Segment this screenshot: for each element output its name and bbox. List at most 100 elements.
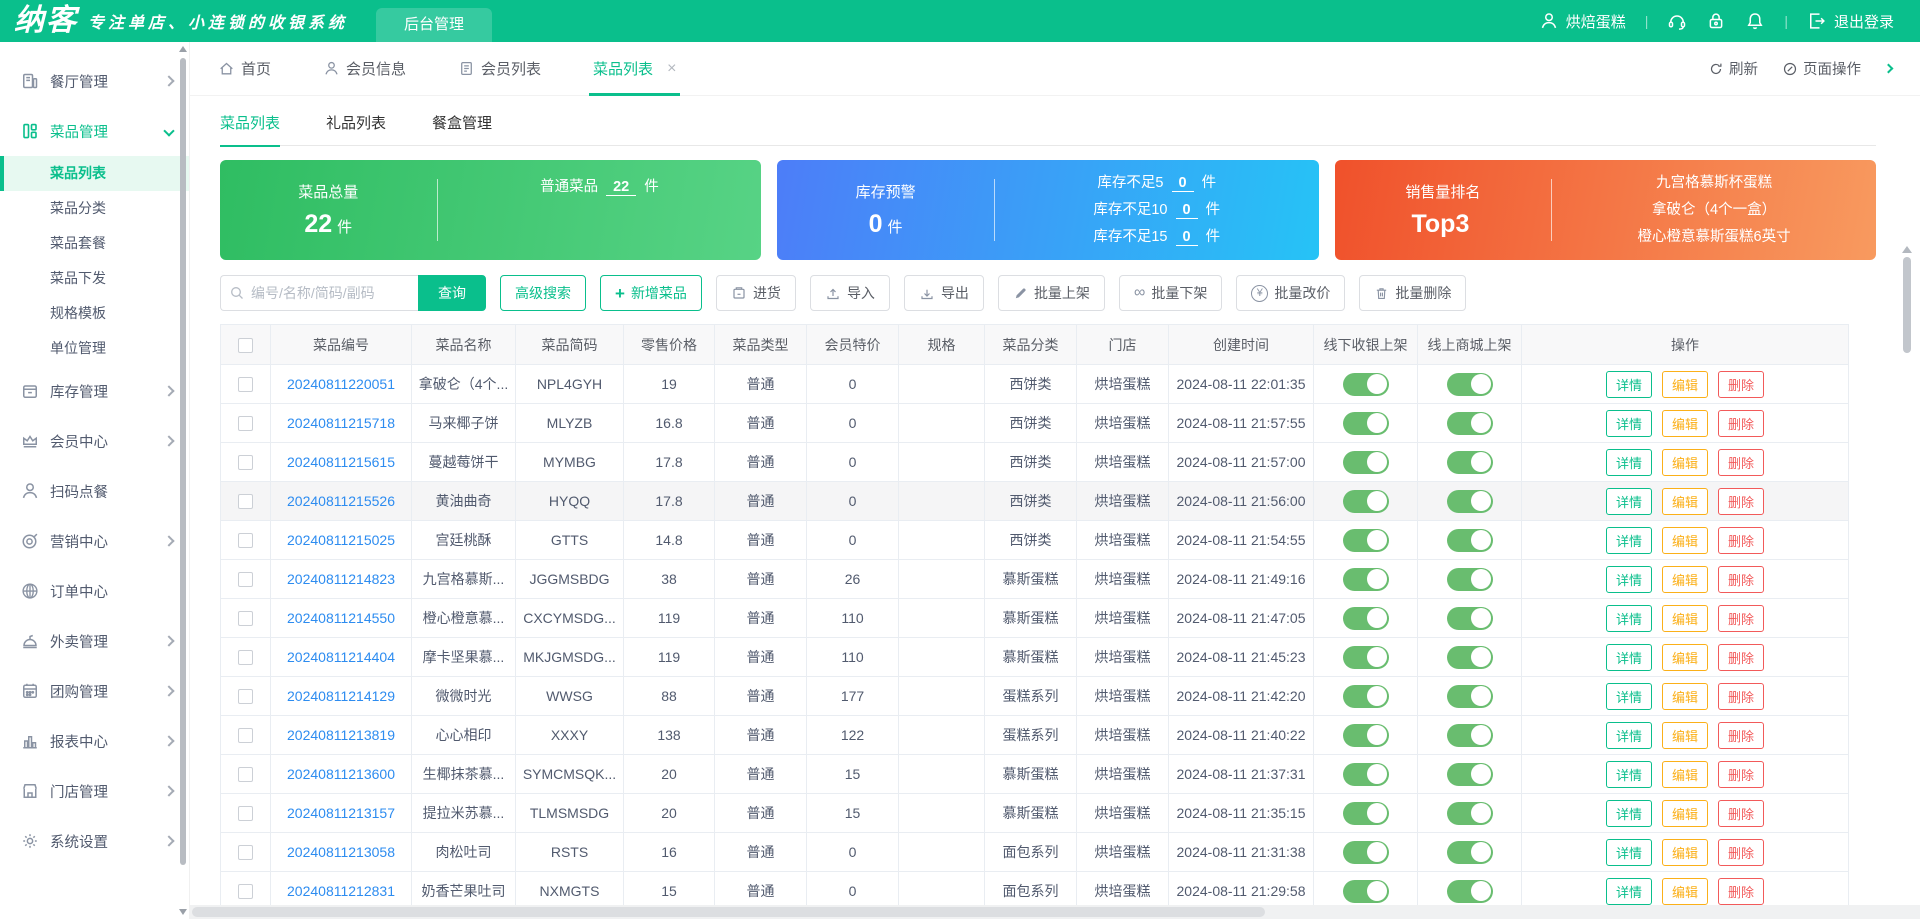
dish-code-link[interactable]: 20240811213819	[287, 727, 395, 743]
sidebar-item-order[interactable]: 订单中心	[0, 566, 189, 616]
row-checkbox[interactable]	[238, 767, 253, 783]
pos-onshelf-toggle[interactable]	[1342, 684, 1389, 708]
search-input[interactable]	[251, 285, 401, 301]
search-box[interactable]	[220, 275, 418, 311]
sidebar-scrollbar-thumb[interactable]	[180, 58, 186, 865]
notifications-button[interactable]	[1745, 11, 1765, 31]
batch-price-button[interactable]: ¥ 批量改价	[1236, 275, 1346, 311]
sidebar-item-report[interactable]: 报表中心	[0, 716, 189, 766]
row-checkbox[interactable]	[238, 884, 253, 900]
advanced-search-button[interactable]: 高级搜索	[500, 275, 586, 311]
pos-onshelf-toggle[interactable]	[1342, 723, 1389, 747]
delete-button[interactable]: 删除	[1718, 760, 1765, 788]
chevron-right-icon[interactable]	[1883, 63, 1894, 74]
delete-button[interactable]: 删除	[1718, 448, 1765, 476]
row-checkbox[interactable]	[238, 728, 253, 744]
mall-onshelf-toggle[interactable]	[1446, 762, 1493, 786]
dish-code-link[interactable]: 20240811215526	[287, 493, 395, 509]
detail-button[interactable]: 详情	[1605, 721, 1652, 749]
edit-button[interactable]: 编辑	[1661, 799, 1708, 827]
scroll-up-icon[interactable]	[179, 46, 187, 52]
row-checkbox[interactable]	[238, 533, 253, 549]
delete-button[interactable]: 删除	[1718, 838, 1765, 866]
dish-code-link[interactable]: 20240811214404	[287, 649, 395, 665]
edit-button[interactable]: 编辑	[1661, 838, 1708, 866]
dish-code-link[interactable]: 20240811214823	[287, 571, 395, 587]
delete-button[interactable]: 删除	[1718, 877, 1765, 905]
sidebar-subitem-dish-dispatch[interactable]: 菜品下发	[0, 261, 189, 296]
add-dish-button[interactable]: + 新增菜品	[600, 275, 702, 311]
edit-button[interactable]: 编辑	[1661, 604, 1708, 632]
refresh-button[interactable]: 刷新	[1708, 58, 1758, 79]
row-checkbox[interactable]	[238, 650, 253, 666]
scroll-down-icon[interactable]	[179, 909, 187, 915]
sidebar-item-member[interactable]: 会员中心	[0, 416, 189, 466]
dish-code-link[interactable]: 20240811215025	[287, 532, 395, 548]
detail-button[interactable]: 详情	[1605, 760, 1652, 788]
pos-onshelf-toggle[interactable]	[1342, 840, 1389, 864]
batch-on-shelf-button[interactable]: 批量上架	[997, 275, 1105, 311]
sidebar-item-dish[interactable]: 菜品管理	[0, 106, 189, 156]
import-button[interactable]: 导入	[809, 275, 890, 311]
pos-onshelf-toggle[interactable]	[1342, 411, 1389, 435]
detail-button[interactable]: 详情	[1605, 565, 1652, 593]
sidebar-subitem-dish-combo[interactable]: 菜品套餐	[0, 226, 189, 261]
row-checkbox[interactable]	[238, 455, 253, 471]
sidebar-subitem-unit-manage[interactable]: 单位管理	[0, 331, 189, 366]
edit-button[interactable]: 编辑	[1661, 409, 1708, 437]
sidebar-item-groupbuy[interactable]: 团购管理	[0, 666, 189, 716]
sidebar-item-stock[interactable]: 库存管理	[0, 366, 189, 416]
edit-button[interactable]: 编辑	[1661, 487, 1708, 515]
scroll-up-icon[interactable]	[1902, 246, 1912, 253]
detail-button[interactable]: 详情	[1605, 799, 1652, 827]
stock-count[interactable]: 0	[1171, 174, 1194, 192]
sidebar-scrollbar[interactable]	[178, 44, 188, 917]
pos-onshelf-toggle[interactable]	[1342, 762, 1389, 786]
delete-button[interactable]: 删除	[1718, 409, 1765, 437]
tab-home[interactable]: 首页	[218, 42, 271, 96]
close-icon[interactable]: ×	[667, 60, 676, 78]
delete-button[interactable]: 删除	[1718, 526, 1765, 554]
detail-button[interactable]: 详情	[1605, 370, 1652, 398]
horizontal-scrollbar-thumb[interactable]	[192, 907, 1265, 917]
row-checkbox[interactable]	[238, 416, 253, 432]
panel-scrollbar-thumb[interactable]	[1903, 257, 1911, 353]
mall-onshelf-toggle[interactable]	[1446, 840, 1493, 864]
sidebar-item-store[interactable]: 门店管理	[0, 766, 189, 816]
logout-button[interactable]: 退出登录	[1807, 11, 1894, 32]
sidebar-item-takeout[interactable]: 外卖管理	[0, 616, 189, 666]
sidebar-subitem-dish-list[interactable]: 菜品列表	[0, 156, 189, 191]
dish-code-link[interactable]: 20240811213157	[287, 805, 395, 821]
pos-onshelf-toggle[interactable]	[1342, 645, 1389, 669]
detail-button[interactable]: 详情	[1605, 409, 1652, 437]
edit-button[interactable]: 编辑	[1661, 370, 1708, 398]
inner-tab-gift-list[interactable]: 礼品列表	[326, 102, 386, 146]
row-checkbox[interactable]	[238, 806, 253, 822]
support-button[interactable]	[1667, 11, 1687, 31]
dish-code-link[interactable]: 20240811213600	[287, 766, 395, 782]
sidebar-subitem-dish-category[interactable]: 菜品分类	[0, 191, 189, 226]
sidebar-item-restaurant[interactable]: 餐厅管理	[0, 56, 189, 106]
detail-button[interactable]: 详情	[1605, 526, 1652, 554]
sidebar-item-marketing[interactable]: 营销中心	[0, 516, 189, 566]
detail-button[interactable]: 详情	[1605, 448, 1652, 476]
detail-button[interactable]: 详情	[1605, 604, 1652, 632]
inner-tab-mealbox[interactable]: 餐盒管理	[432, 102, 492, 146]
dish-code-link[interactable]: 20240811220051	[287, 376, 395, 392]
mall-onshelf-toggle[interactable]	[1446, 801, 1493, 825]
mall-onshelf-toggle[interactable]	[1446, 450, 1493, 474]
delete-button[interactable]: 删除	[1718, 643, 1765, 671]
horizontal-scrollbar[interactable]	[190, 905, 1920, 919]
mall-onshelf-toggle[interactable]	[1446, 606, 1493, 630]
delete-button[interactable]: 删除	[1718, 721, 1765, 749]
row-checkbox[interactable]	[238, 611, 253, 627]
edit-button[interactable]: 编辑	[1661, 877, 1708, 905]
delete-button[interactable]: 删除	[1718, 487, 1765, 515]
edit-button[interactable]: 编辑	[1661, 565, 1708, 593]
detail-button[interactable]: 详情	[1605, 487, 1652, 515]
pos-onshelf-toggle[interactable]	[1342, 372, 1389, 396]
detail-button[interactable]: 详情	[1605, 643, 1652, 671]
mall-onshelf-toggle[interactable]	[1446, 567, 1493, 591]
row-checkbox[interactable]	[238, 494, 253, 510]
tab-dish-list[interactable]: 菜品列表 ×	[589, 42, 681, 96]
